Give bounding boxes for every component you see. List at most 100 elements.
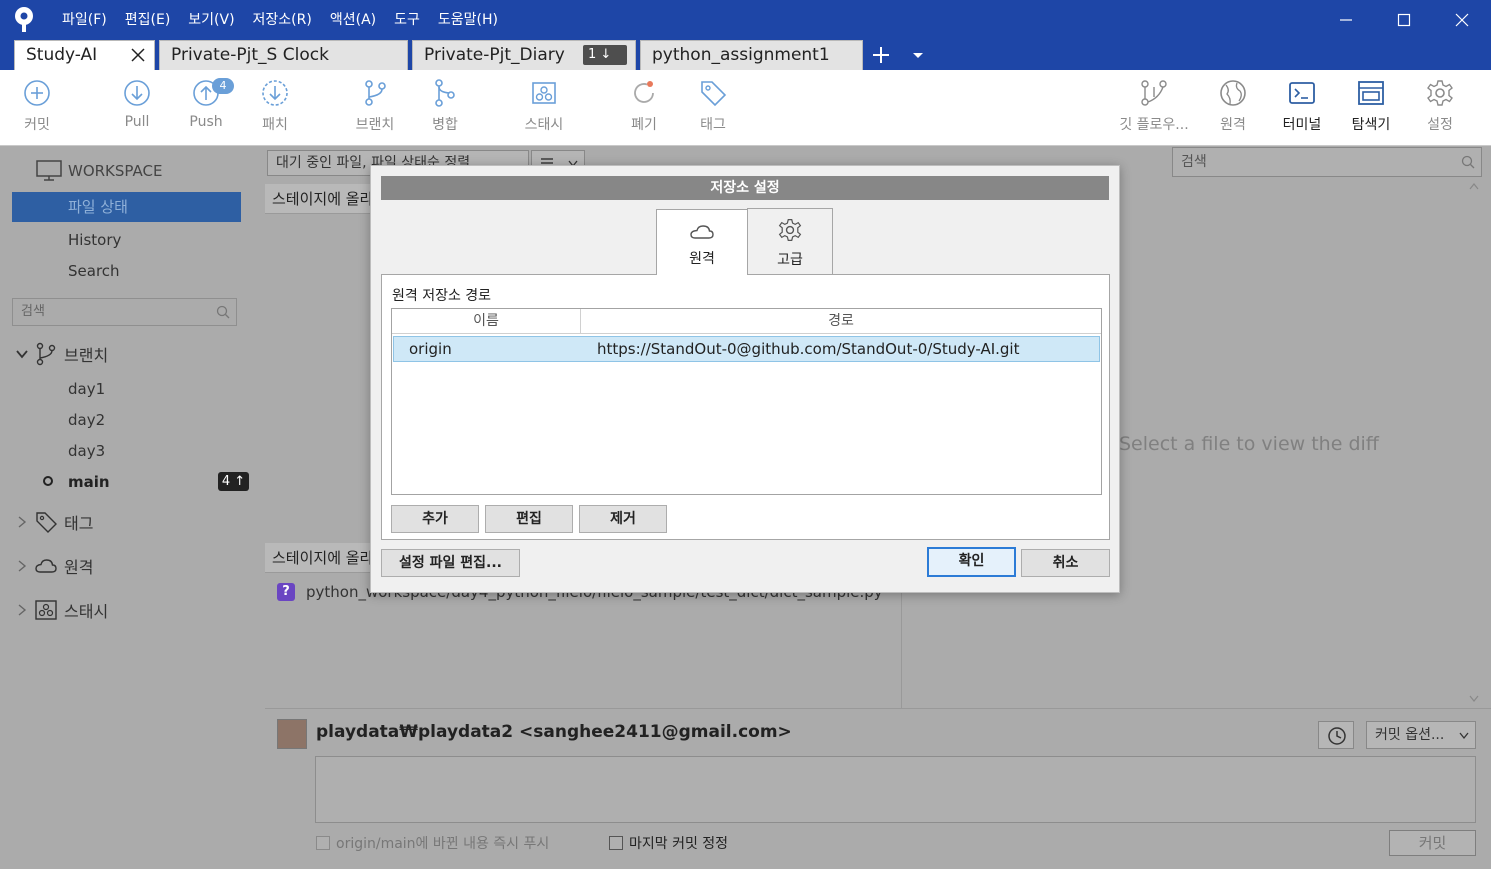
patch-tool-button[interactable]: 패치 <box>235 78 315 134</box>
tab-list-dropdown-icon[interactable] <box>911 48 925 62</box>
stash-icon <box>35 600 57 620</box>
edit-remote-button[interactable]: 편집 <box>485 505 573 533</box>
commit-icon <box>24 80 50 106</box>
minimize-button[interactable] <box>1317 0 1375 40</box>
chevron-down-icon <box>16 350 28 359</box>
discard-tool-label: 폐기 <box>631 117 657 133</box>
edit-config-file-button[interactable]: 설정 파일 편집... <box>381 549 520 577</box>
incoming-count-badge: 1 ↓ <box>583 45 627 65</box>
push-immediately-checkbox[interactable]: origin/main에 바뀐 내용 즉시 푸시 <box>316 833 549 853</box>
menu-repository[interactable]: 저장소(R) <box>244 0 321 40</box>
discard-tool-button[interactable]: 폐기 <box>604 78 684 134</box>
sidebar-item-history[interactable]: History <box>68 231 121 249</box>
remote-tool-label: 원격 <box>1220 117 1246 133</box>
sidebar: WORKSPACE 파일 상태 History Search 검색 브랜치 da… <box>0 146 265 869</box>
merge-tool-label: 병합 <box>432 117 458 133</box>
commit-history-button[interactable] <box>1318 721 1354 749</box>
menu-help[interactable]: 도움말(H) <box>429 0 507 40</box>
branch-item-day2[interactable]: day2 <box>68 411 105 429</box>
current-branch-marker-icon <box>43 476 53 486</box>
branch-tool-label: 브랜치 <box>355 117 395 133</box>
discard-icon <box>634 81 654 103</box>
push-tool-label: Push <box>189 114 223 130</box>
tab-close-icon[interactable] <box>130 47 146 63</box>
avatar <box>277 719 307 749</box>
menu-view[interactable]: 보기(V) <box>179 0 243 40</box>
merge-icon <box>435 79 455 107</box>
commit-button[interactable]: 커밋 <box>1389 830 1476 856</box>
menu-actions[interactable]: 액션(A) <box>321 0 385 40</box>
merge-tool-button[interactable]: 병합 <box>405 78 485 134</box>
branch-item-day3[interactable]: day3 <box>68 442 105 460</box>
branches-section-header[interactable]: 브랜치 <box>16 342 108 366</box>
tag-tool-label: 태그 <box>700 117 726 133</box>
stash-tool-label: 스태시 <box>524 117 564 133</box>
explorer-icon <box>1358 81 1384 105</box>
remote-paths-label: 원격 저장소 경로 <box>392 288 492 304</box>
remotes-table: 이름 경로 origin https://StandOut-0@github.c… <box>391 308 1102 495</box>
table-row[interactable]: origin https://StandOut-0@github.com/Sta… <box>393 336 1100 362</box>
terminal-tool-button[interactable]: 터미널 <box>1262 78 1342 134</box>
remote-name-cell: origin <box>409 340 452 358</box>
pull-tool-button[interactable]: Pull <box>97 78 177 130</box>
close-window-button[interactable] <box>1433 0 1491 40</box>
tab-study-ai[interactable]: Study-AI <box>14 40 155 70</box>
stash-icon <box>532 82 556 104</box>
add-tab-icon[interactable] <box>870 44 892 66</box>
stashes-section-header[interactable]: 스태시 <box>16 598 108 622</box>
patch-tool-label: 패치 <box>262 117 288 133</box>
stash-tool-button[interactable]: 스태시 <box>504 78 584 134</box>
main-toolbar: 커밋 Pull 4 Push 패치 브랜치 병합 스태시 폐기 태그 깃 플로우… <box>0 70 1491 146</box>
tag-tool-button[interactable]: 태그 <box>673 78 753 134</box>
tab-advanced-label: 고급 <box>777 252 803 268</box>
amend-commit-checkbox[interactable]: 마지막 커밋 정정 <box>609 833 728 853</box>
add-remote-button[interactable]: 추가 <box>391 505 479 533</box>
menu-file[interactable]: 파일(F) <box>53 0 116 40</box>
commit-tool-button[interactable]: 커밋 <box>0 78 77 134</box>
tab-python-assignment1[interactable]: python_assignment1 <box>640 40 863 70</box>
cancel-button[interactable]: 취소 <box>1021 549 1110 577</box>
amend-checkbox-label: 마지막 커밋 정정 <box>629 836 729 852</box>
tab-remotes[interactable]: 원격 <box>656 209 748 275</box>
commit-options-dropdown[interactable]: 커밋 옵션... <box>1366 721 1476 749</box>
remotes-section-header[interactable]: 원격 <box>16 554 93 578</box>
sidebar-search-input[interactable]: 검색 <box>12 298 237 326</box>
branch-item-day1[interactable]: day1 <box>68 380 105 398</box>
commit-tool-label: 커밋 <box>24 117 50 133</box>
git-flow-tool-button[interactable]: 깃 플로우... <box>1114 78 1194 134</box>
settings-tool-button[interactable]: 설정 <box>1400 78 1480 134</box>
column-header-path[interactable]: 경로 <box>581 309 1101 334</box>
dialog-title: 저장소 설정 <box>381 176 1109 200</box>
sidebar-item-search[interactable]: Search <box>68 262 120 280</box>
search-icon <box>216 305 230 319</box>
maximize-icon <box>1397 13 1411 27</box>
patch-icon <box>262 80 288 106</box>
maximize-button[interactable] <box>1375 0 1433 40</box>
checkbox-box <box>609 836 623 850</box>
push-tool-button[interactable]: 4 Push <box>166 78 246 130</box>
tag-icon <box>36 512 57 533</box>
monitor-icon <box>36 160 62 181</box>
workspace-header: WORKSPACE <box>36 160 162 182</box>
remove-remote-button[interactable]: 제거 <box>579 505 667 533</box>
branch-item-main[interactable]: main <box>68 473 110 491</box>
remote-tool-button[interactable]: 원격 <box>1193 78 1273 134</box>
ok-button[interactable]: 확인 <box>927 547 1016 577</box>
column-header-name[interactable]: 이름 <box>392 309 581 334</box>
chevron-right-icon <box>18 516 27 528</box>
branch-tool-button[interactable]: 브랜치 <box>335 78 415 134</box>
menu-tools[interactable]: 도구 <box>385 0 429 40</box>
tags-section-header[interactable]: 태그 <box>16 510 93 534</box>
terminal-tool-label: 터미널 <box>1282 117 1322 133</box>
diff-scrollbar[interactable] <box>1466 180 1482 705</box>
tab-private-pjt-diary[interactable]: Private-Pjt_Diary 1 ↓ <box>412 40 636 70</box>
sidebar-item-file-status[interactable]: 파일 상태 <box>12 192 241 222</box>
explorer-tool-button[interactable]: 탐색기 <box>1331 78 1411 134</box>
diff-search-input[interactable]: 검색 <box>1172 147 1482 177</box>
menu-edit[interactable]: 편집(E) <box>116 0 180 40</box>
tab-private-pjt-s-clock[interactable]: Private-Pjt_S Clock <box>159 40 408 70</box>
tab-advanced[interactable]: 고급 <box>747 208 833 274</box>
commit-message-input[interactable] <box>315 756 1476 823</box>
globe-icon <box>1220 80 1246 106</box>
sidebar-search-placeholder: 검색 <box>21 304 45 319</box>
